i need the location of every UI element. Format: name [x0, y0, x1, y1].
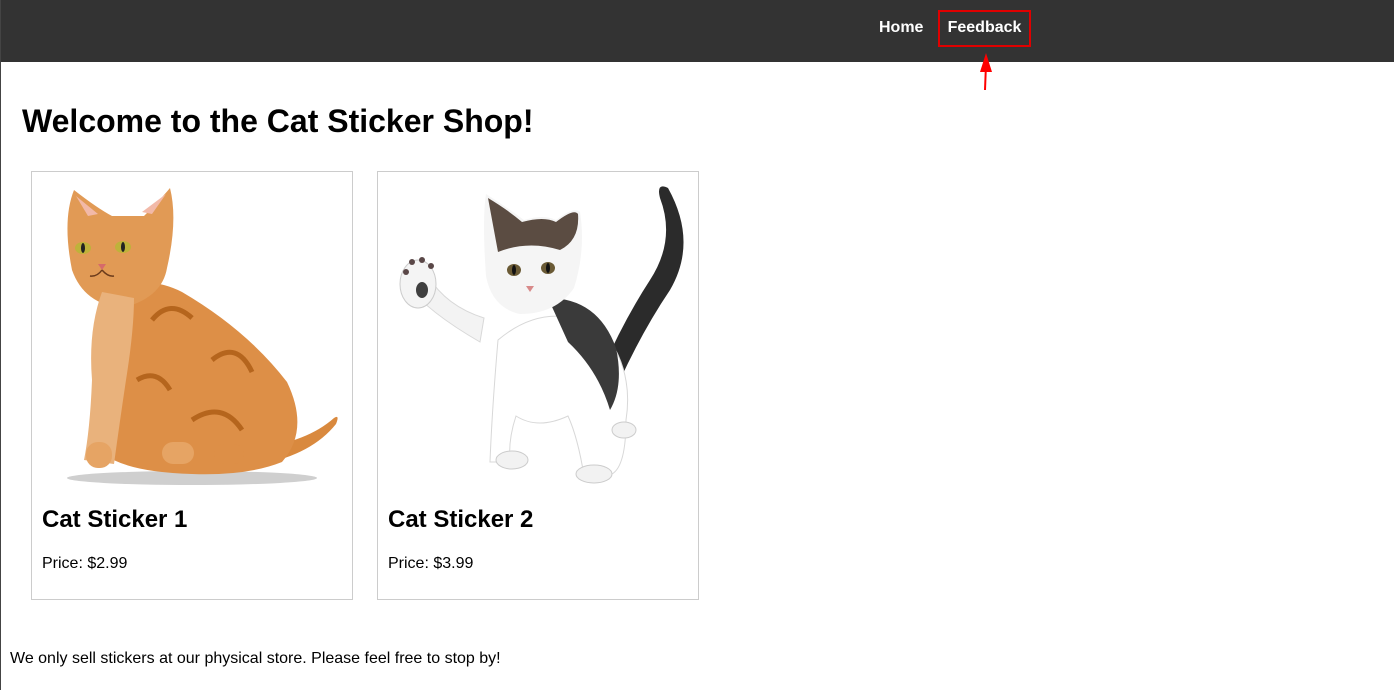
nav-feedback-link[interactable]: Feedback [938, 10, 1031, 46]
white-kitten-image [399, 186, 684, 484]
pointer-arrow-icon [980, 53, 992, 91]
orange-cat-image [67, 188, 338, 485]
product-price: Price: $2.99 [42, 555, 128, 572]
page-title: Welcome to the Cat Sticker Shop! [22, 103, 534, 139]
top-navbar: Home Feedback [1, 0, 1394, 62]
product-name: Cat Sticker 2 [388, 506, 534, 533]
product-name: Cat Sticker 1 [42, 506, 188, 533]
product-card: Cat Sticker 1 Price: $2.99 [31, 171, 353, 600]
product-card: Cat Sticker 2 Price: $3.99 [377, 171, 699, 600]
product-price: Price: $3.99 [388, 555, 474, 572]
nav-home-link[interactable]: Home [879, 10, 923, 46]
store-note: We only sell stickers at our physical st… [10, 650, 501, 667]
